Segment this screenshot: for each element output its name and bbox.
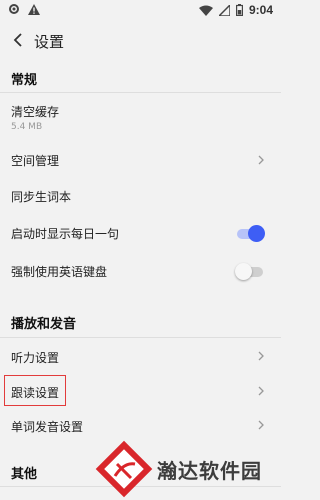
item-label: 空间管理 bbox=[11, 154, 60, 168]
highlight-box bbox=[4, 375, 66, 406]
status-bar: 9:04 bbox=[0, 0, 281, 20]
chevron-right-icon bbox=[256, 386, 266, 396]
list-item-word-pronunciation[interactable]: 单词发音设置 bbox=[0, 410, 281, 440]
list-item-listening-settings[interactable]: 听力设置 bbox=[0, 341, 281, 371]
gear-icon bbox=[8, 3, 20, 15]
toggle-knob bbox=[248, 225, 265, 242]
item-label: 强制使用英语键盘 bbox=[11, 265, 108, 279]
clock-time: 9:04 bbox=[248, 3, 273, 17]
app-header: 设置 bbox=[0, 20, 281, 62]
item-label: 单词发音设置 bbox=[11, 420, 84, 434]
cache-size-value: 5.4 MB bbox=[11, 122, 43, 132]
item-label: 听力设置 bbox=[11, 351, 60, 365]
chevron-right-icon bbox=[256, 155, 266, 165]
section-title-general: 常规 bbox=[0, 70, 281, 92]
watermark: 瀚达软件园 bbox=[95, 438, 281, 500]
sim-icon bbox=[218, 4, 230, 16]
list-item-daily-sentence[interactable]: 启动时显示每日一句 bbox=[0, 217, 281, 249]
list-item-sync-wordbook[interactable]: 同步生词本 bbox=[0, 180, 281, 212]
toggle-knob bbox=[235, 263, 252, 280]
list-item-force-english-keyboard[interactable]: 强制使用英语键盘 bbox=[0, 255, 281, 287]
chevron-right-icon bbox=[256, 351, 266, 361]
list-item-storage-management[interactable]: 空间管理 bbox=[0, 144, 281, 176]
chevron-left-icon bbox=[13, 32, 23, 51]
section-divider bbox=[0, 92, 281, 93]
english-keyboard-toggle[interactable] bbox=[235, 262, 265, 280]
chevron-right-icon bbox=[256, 420, 266, 430]
page-title: 设置 bbox=[34, 32, 65, 51]
watermark-logo-icon bbox=[95, 440, 153, 498]
back-button[interactable] bbox=[4, 20, 32, 62]
item-label: 同步生词本 bbox=[11, 190, 72, 204]
section-divider bbox=[0, 337, 281, 338]
daily-sentence-toggle[interactable] bbox=[235, 224, 265, 242]
item-label: 清空缓存 bbox=[11, 105, 60, 119]
item-label: 启动时显示每日一句 bbox=[11, 227, 120, 241]
watermark-text: 瀚达软件园 bbox=[157, 458, 262, 483]
wifi-icon bbox=[198, 5, 213, 16]
warning-icon bbox=[28, 3, 40, 15]
list-item-clear-cache[interactable]: 清空缓存 5.4 MB bbox=[0, 97, 281, 139]
section-title-playback: 播放和发音 bbox=[0, 313, 281, 337]
battery-icon bbox=[235, 4, 243, 16]
